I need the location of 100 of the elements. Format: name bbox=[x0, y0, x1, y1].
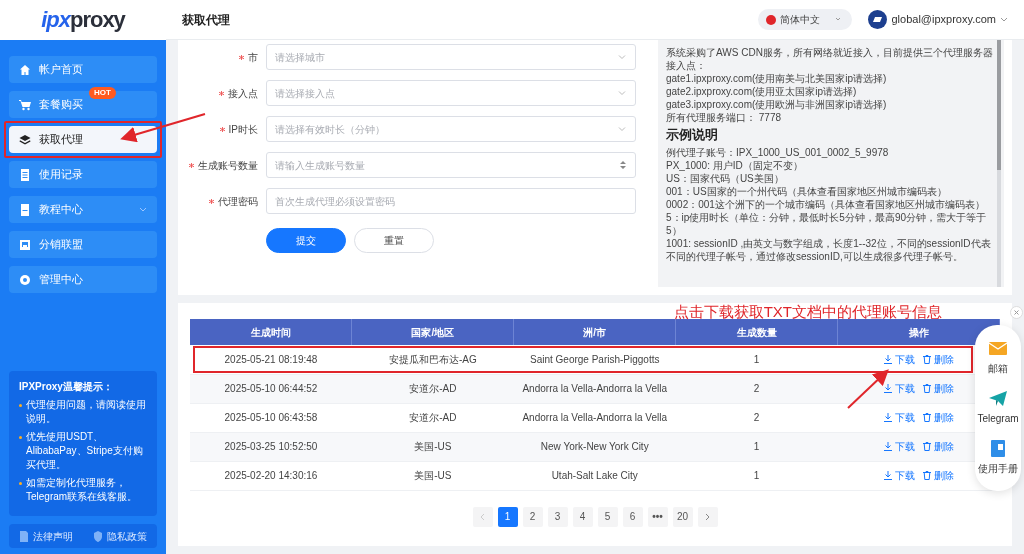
input-field[interactable]: 请输入生成账号数量 bbox=[266, 152, 636, 178]
sidebar-item[interactable]: 教程中心 bbox=[9, 196, 157, 223]
delete-link[interactable]: 删除 bbox=[922, 351, 954, 367]
table-cell: 安道尔-AD bbox=[409, 383, 457, 394]
side-tool-button[interactable]: 使用手册 bbox=[978, 440, 1018, 476]
table-cell: 2025-05-10 06:43:58 bbox=[224, 412, 318, 423]
download-link[interactable]: 下载 bbox=[883, 439, 915, 454]
page-button[interactable]: 1 bbox=[497, 506, 518, 527]
info-text: US：国家代码（US美国） bbox=[666, 171, 785, 185]
table-cell: Saint George Parish-Piggotts bbox=[529, 353, 660, 365]
footer-link[interactable]: 法律声明 bbox=[33, 528, 73, 544]
table-cell: 2025-05-10 06:44:52 bbox=[224, 383, 318, 394]
page-button[interactable]: 6 bbox=[622, 506, 643, 527]
table-cell: 2025-03-25 10:52:50 bbox=[224, 441, 318, 452]
chevron-icon bbox=[618, 90, 626, 96]
chevron-left-icon bbox=[480, 513, 485, 522]
download-icon bbox=[883, 442, 892, 451]
language-selector[interactable]: 简体中文 bbox=[758, 9, 853, 30]
envelope-icon bbox=[989, 340, 1007, 357]
download-icon bbox=[883, 384, 892, 393]
tip-text: 如需定制化代理服务，Telegram联系在线客服。 bbox=[26, 476, 139, 504]
table-cell: New York-New York City bbox=[540, 441, 649, 452]
table-cell: 1 bbox=[753, 470, 760, 481]
layers-icon bbox=[19, 133, 31, 146]
info-text: gate3.ipxproxy.com(使用欧洲与非洲国家ip请选择) bbox=[666, 98, 888, 111]
input-field[interactable]: 首次生成代理必须设置密码 bbox=[266, 188, 636, 214]
table-cell: 2 bbox=[753, 383, 760, 394]
page-button[interactable]: 3 bbox=[547, 506, 568, 527]
select-field[interactable]: 请选择有效时长（分钟） bbox=[266, 116, 636, 142]
field-label: 代理密码 bbox=[218, 194, 258, 209]
shield-icon bbox=[93, 530, 103, 542]
footer-link[interactable]: 隐私政策 bbox=[107, 528, 147, 544]
select-field[interactable]: 请选择城市 bbox=[266, 44, 636, 70]
sidebar-item[interactable]: 分销联盟 bbox=[9, 231, 157, 258]
home-icon bbox=[19, 63, 31, 76]
page-button[interactable]: 5 bbox=[597, 506, 618, 527]
table-cell: 美国-US bbox=[414, 441, 452, 452]
trash-icon bbox=[922, 471, 931, 480]
column-header: 生成数量 bbox=[675, 319, 838, 345]
column-header: 国家/地区 bbox=[351, 319, 514, 345]
chevron-icon bbox=[618, 54, 626, 60]
user-menu[interactable]: global@ipxproxy.com bbox=[891, 11, 1008, 28]
chevron-icon bbox=[1000, 17, 1008, 22]
table-cell: 2025-05-21 08:19:48 bbox=[224, 353, 318, 365]
page-button[interactable]: 20 bbox=[672, 506, 693, 527]
delete-link[interactable]: 删除 bbox=[922, 410, 954, 425]
info-text: 例代理子账号：IPX_1000_US_001_0002_5_9978 bbox=[666, 145, 890, 159]
field-label: 接入点 bbox=[228, 86, 258, 101]
side-tool-button[interactable]: Telegram bbox=[977, 390, 1019, 426]
delete-link[interactable]: 删除 bbox=[922, 439, 954, 454]
column-header: 生成时间 bbox=[190, 319, 352, 345]
document-icon bbox=[19, 530, 29, 542]
info-heading: 示例说明 bbox=[666, 127, 719, 143]
bullet-icon bbox=[19, 482, 22, 485]
hot-badge: HOT bbox=[89, 87, 116, 99]
info-text: 5：ip使用时长（单位：分钟，最低时长5分钟，最高90分钟，需大于等于5） bbox=[666, 210, 988, 237]
delete-link[interactable]: 删除 bbox=[922, 468, 954, 483]
info-text: 1001: sessionID ,由英文与数字组成，长度1--32位，不同的sessionID代表不同的代理子帐号，通过修改sessionID,可以生成很多代理子帐号。 bbox=[666, 236, 992, 263]
more-pages-button[interactable]: ••• bbox=[647, 506, 668, 527]
download-link[interactable]: 下载 bbox=[883, 351, 915, 367]
info-text: 001：US国家的一个州代码（具体查看国家地区州城市编码表） bbox=[666, 184, 948, 198]
download-link[interactable]: 下载 bbox=[883, 381, 915, 396]
cart-icon bbox=[19, 98, 31, 111]
info-text: gate2.ipxproxy.com(使用亚太国家ip请选择) bbox=[666, 85, 858, 98]
info-text: PX_1000: 用户ID（固定不变） bbox=[666, 158, 804, 172]
download-link[interactable]: 下载 bbox=[883, 410, 915, 425]
sidebar-item[interactable]: 帐户首页 bbox=[9, 56, 157, 83]
table-cell: 2025-02-20 14:30:16 bbox=[224, 470, 318, 481]
trash-icon bbox=[922, 354, 931, 364]
page-button[interactable]: 4 bbox=[572, 506, 593, 527]
table-cell: 2 bbox=[753, 412, 760, 423]
previous-page-button[interactable] bbox=[472, 506, 493, 527]
tips-title: IPXProxy温馨提示： bbox=[19, 380, 114, 394]
trash-icon bbox=[922, 384, 931, 393]
bullet-icon bbox=[19, 404, 22, 407]
bullet-icon bbox=[19, 436, 22, 439]
reset-button[interactable]: 重置 bbox=[354, 228, 434, 253]
table-cell: Andorra la Vella-Andorra la Vella bbox=[522, 412, 667, 423]
column-header: 洲/市 bbox=[513, 319, 676, 345]
select-field[interactable]: 请选择接入点 bbox=[266, 80, 636, 106]
submit-button[interactable]: 提交 bbox=[266, 228, 346, 253]
table-cell: Utah-Salt Lake City bbox=[551, 470, 638, 481]
annotation-caption: 点击下载获取TXT文档中的代理账号信息 bbox=[673, 303, 942, 321]
delete-link[interactable]: 删除 bbox=[922, 381, 954, 396]
trash-icon bbox=[922, 413, 931, 422]
sidebar-item[interactable]: 使用记录 bbox=[9, 161, 157, 188]
download-link[interactable]: 下载 bbox=[883, 468, 915, 483]
download-icon bbox=[883, 471, 892, 480]
tip-text: 代理使用问题，请阅读使用说明。 bbox=[26, 398, 147, 426]
sidebar-item[interactable]: 管理中心 bbox=[9, 266, 157, 293]
page-button[interactable]: 2 bbox=[522, 506, 543, 527]
avatar-icon bbox=[868, 10, 888, 29]
close-icon[interactable] bbox=[1010, 306, 1023, 319]
tip-text: 优先使用USDT、AlibabaPay、Stripe支付购买代理。 bbox=[26, 430, 144, 472]
info-text: gate1.ipxproxy.com(使用南美与北美国家ip请选择) bbox=[666, 72, 888, 85]
scrollbar[interactable] bbox=[997, 40, 1001, 287]
info-text: 0002：001这个洲下的一个城市编码（具体查看国家地区州城市编码表） bbox=[666, 197, 986, 211]
field-label: 生成账号数量 bbox=[198, 158, 258, 173]
next-page-button[interactable] bbox=[697, 506, 718, 527]
sidebar-item[interactable]: 获取代理 bbox=[9, 126, 157, 153]
